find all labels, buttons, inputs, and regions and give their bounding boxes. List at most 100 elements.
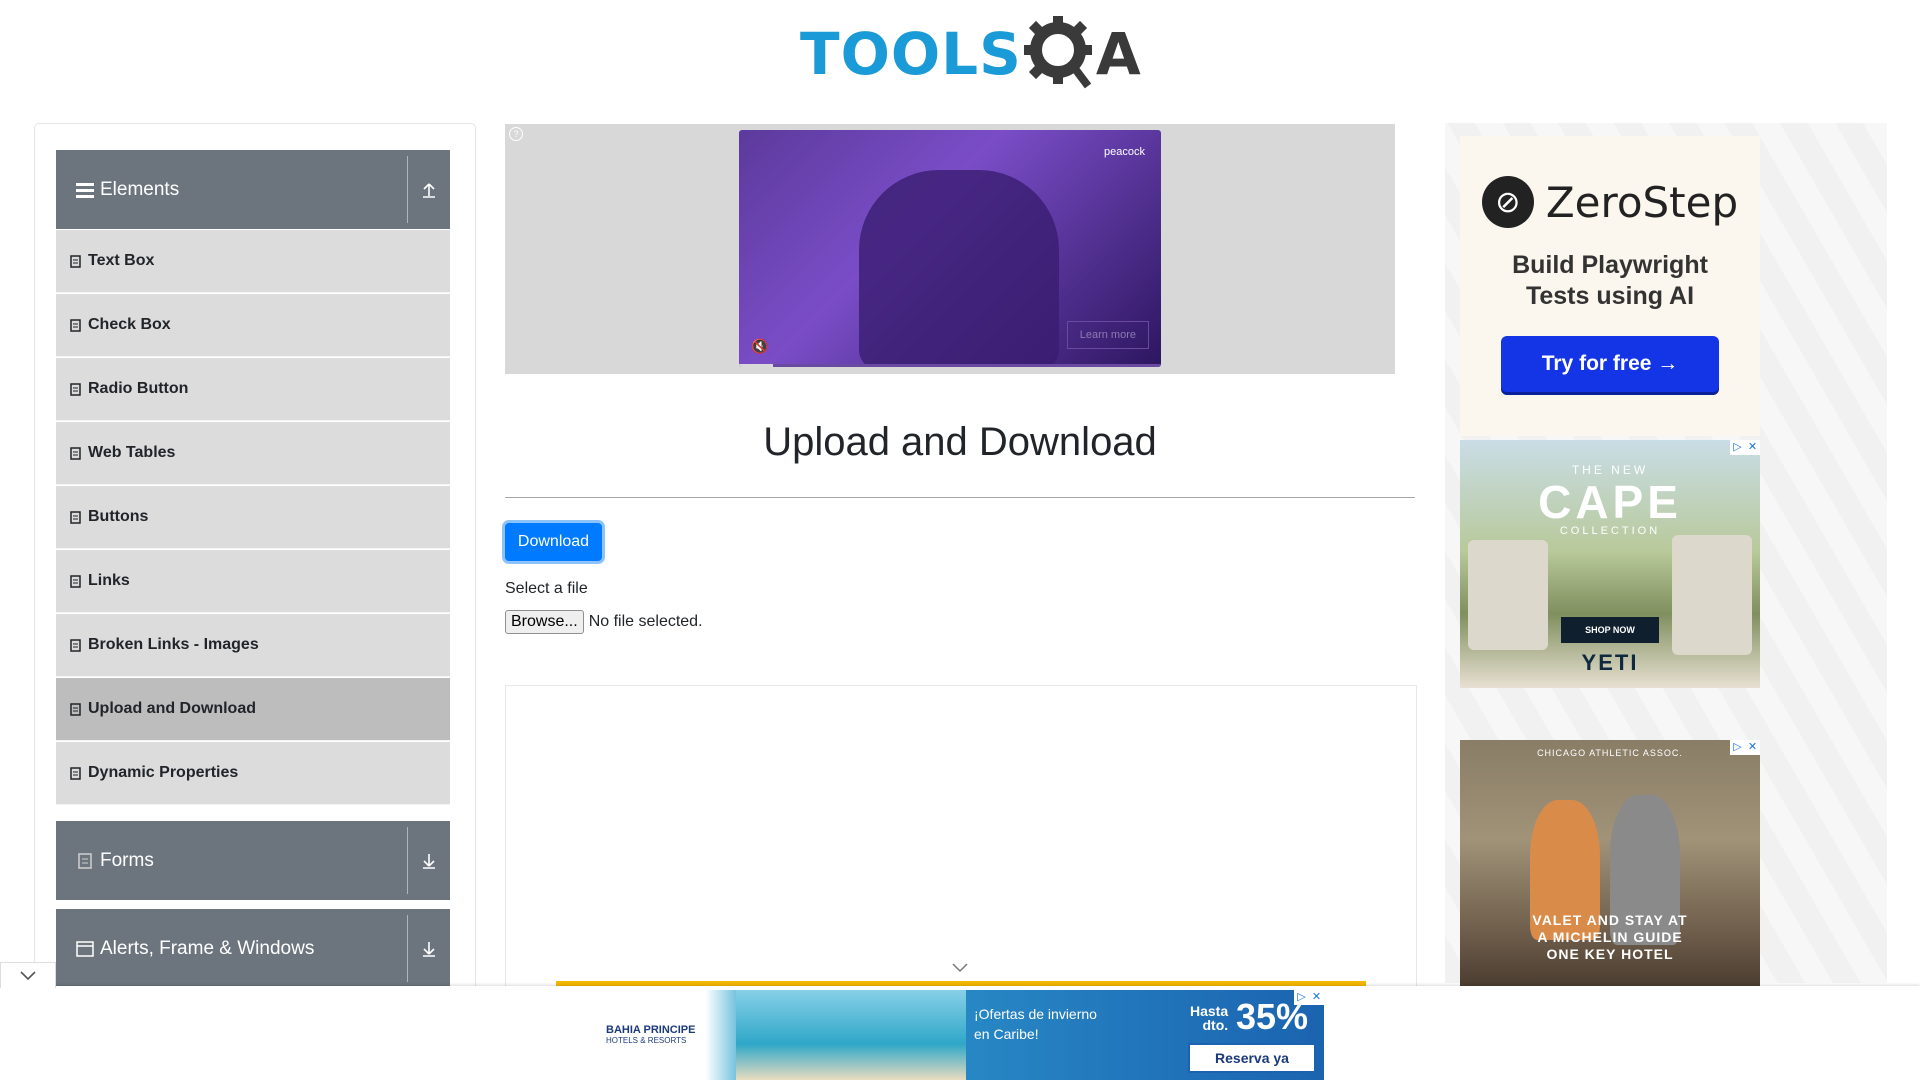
ad-choices-icon[interactable]: ▷ ✕ [1730,440,1760,455]
sidebar-item-buttons[interactable]: Buttons [56,486,450,548]
sidebar-item-label: Dynamic Properties [88,764,239,781]
zerostep-icon: ⊘ [1481,176,1534,228]
zerostep-ad[interactable]: ⊘ ZeroStep Build Playwright Tests using … [1460,136,1760,436]
sidebar-item-label: Check Box [88,316,171,333]
sidebar-item-label: Buttons [88,508,149,525]
document-icon [70,382,82,396]
file-status-text: No file selected. [588,613,703,630]
document-icon [70,446,82,460]
chicago-brand: CHICAGO ATHLETIC ASSOC. [1537,748,1683,758]
sidebar-item-label: Web Tables [88,444,176,461]
zerostep-tagline-line: Tests using AI [1525,282,1695,310]
yeti-line3: COLLECTION [1559,525,1661,537]
browse-button[interactable]: Browse... [505,610,584,634]
yeti-ad[interactable]: THE NEW CAPE COLLECTION SHOP NOW YETI [1460,440,1760,688]
yeti-line2: CAPE [1538,476,1682,528]
bahia-principe-ad[interactable]: BAHIA PRINCIPE HOTELS & RESORTS ¡Ofertas… [596,990,1324,1080]
chicago-athletic-ad[interactable]: CHICAGO ATHLETIC ASSOC. VALET AND STAY A… [1460,740,1760,988]
file-upload-input[interactable]: Browse... No file selected. [505,610,703,634]
video-progress-bar [739,364,1161,367]
sidebar-item-text-box[interactable]: Text Box [56,230,450,292]
toolsqa-logo[interactable]: TOOLS A [800,14,1142,94]
chicago-headline-line: VALET AND STAY AT [1532,912,1688,928]
bahia-brand-sub: HOTELS & RESORTS [606,1036,687,1045]
logo-a-text: A [1095,20,1142,88]
sidebar-item-web-tables[interactable]: Web Tables [56,422,450,484]
group-elements-title: Elements [100,178,180,200]
ad-video-figure [859,170,1059,367]
sidebar-item-label: Links [88,572,130,589]
chicago-headline-line: A MICHELIN GUIDE [1537,929,1683,945]
zerostep-tagline: Build Playwright Tests using AI [1460,250,1760,312]
download-button[interactable]: Download [505,523,602,561]
arrow-down-icon[interactable] [408,821,450,900]
chicago-headline-line: ONE KEY HOTEL [1546,946,1674,962]
document-icon [70,254,82,268]
document-icon [70,574,82,588]
zerostep-logo: ⊘ ZeroStep [1460,176,1760,228]
bahia-offer-line: ¡Ofertas de invierno [974,1006,1097,1022]
top-video-ad[interactable]: ? peacock Learn more 🔇 [505,124,1395,374]
sidebar-item-upload-and-download[interactable]: Upload and Download [56,678,450,740]
group-alerts-title: Alerts, Frame & Windows [100,937,315,959]
sidebar-item-check-box[interactable]: Check Box [56,294,450,356]
chicago-headline: VALET AND STAY AT A MICHELIN GUIDE ONE K… [1460,912,1760,963]
ad-video[interactable]: peacock Learn more 🔇 [739,130,1161,367]
document-icon [70,766,82,780]
collapse-ad-button[interactable] [0,962,56,988]
bahia-hasta-line: dto. [1202,1017,1229,1033]
document-icon [70,318,82,332]
shop-now-button[interactable]: SHOP NOW [1561,617,1659,643]
ad-choices-icon[interactable]: ▷ ✕ [1730,740,1760,755]
sidebar-item-label: Upload and Download [88,700,256,717]
ad-choices-icon[interactable]: ▷ ✕ [1294,990,1324,1005]
title-divider [505,497,1415,498]
document-icon [70,702,82,716]
zerostep-tagline-line: Build Playwright [1512,251,1708,279]
select-file-label: Select a file [505,580,588,597]
cooler-image [1468,540,1548,650]
left-sidebar: Elements Text Box Check Box Radio Button… [34,123,476,1005]
page-title: Upload and Download [763,420,1157,464]
chevron-down-icon [20,970,36,980]
beach-photo [736,990,966,1080]
yeti-brand: YETI [1581,650,1639,675]
bahia-brand: BAHIA PRINCIPE [606,1024,696,1036]
ad-brand-label: peacock [1104,146,1145,158]
arrow-up-icon[interactable] [408,150,450,229]
sidebar-item-links[interactable]: Links [56,550,450,612]
sidebar-item-label: Broken Links - Images [88,636,259,653]
group-forms-title: Forms [100,849,154,871]
reserva-ya-button[interactable]: Reserva ya [1188,1043,1316,1073]
ad-info-icon[interactable]: ? [509,127,523,141]
logo-gear-icon [1023,16,1096,92]
bahia-hasta-text: Hasta dto. [1190,1004,1228,1032]
sidebar-item-broken-links-images[interactable]: Broken Links - Images [56,614,450,676]
bahia-offer-text: ¡Ofertas de invierno en Caribe! [974,1004,1097,1044]
try-for-free-button[interactable]: Try for free → [1501,336,1719,392]
group-forms-header[interactable]: Forms [56,821,450,900]
sidebar-item-radio-button[interactable]: Radio Button [56,358,450,420]
zerostep-name: ZeroStep [1545,177,1739,227]
sidebar-item-label: Text Box [88,252,155,269]
chevron-down-icon[interactable] [952,960,968,978]
bahia-logo: BAHIA PRINCIPE HOTELS & RESORTS [606,1024,695,1045]
document-icon [70,638,82,652]
mute-icon[interactable]: 🔇 [751,338,768,355]
sidebar-item-dynamic-properties[interactable]: Dynamic Properties [56,742,450,804]
yeti-line1: THE NEW [1571,463,1649,477]
hamburger-icon [72,182,98,198]
cooler-image [1672,535,1752,655]
document-icon [70,510,82,524]
group-alerts-header[interactable]: Alerts, Frame & Windows [56,909,450,988]
arrow-down-icon[interactable] [408,909,450,988]
sidebar-item-label: Radio Button [88,380,189,397]
group-elements-header[interactable]: Elements [56,150,450,229]
document-icon [72,852,98,869]
logo-tools-text: TOOLS [800,20,1022,88]
bahia-offer-line: en Caribe! [974,1026,1039,1042]
window-icon [72,940,98,957]
ad-learn-more-button[interactable]: Learn more [1066,321,1149,349]
ad-container-panel [505,685,1417,987]
bahia-hasta-line: Hasta [1190,1003,1229,1019]
